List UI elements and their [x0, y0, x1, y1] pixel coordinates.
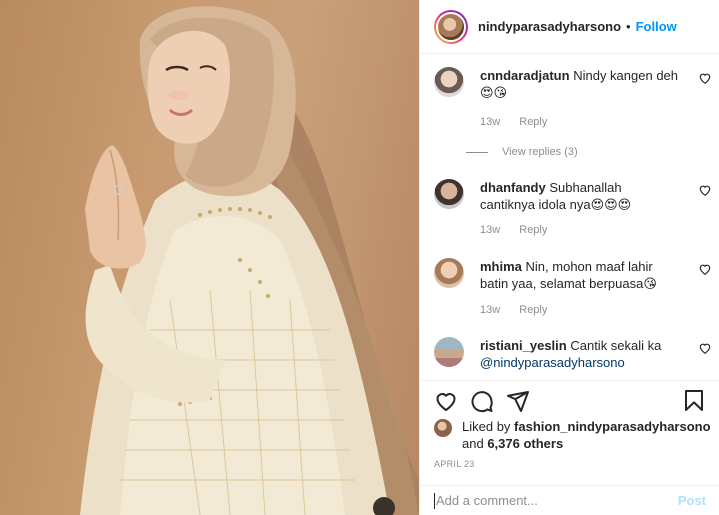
- comment-body: ristiani_yeslin Cantik sekali ka @nindyp…: [480, 337, 680, 371]
- comment-meta: 13w Reply: [480, 304, 563, 316]
- commenter-avatar[interactable]: [434, 179, 464, 209]
- comment-username[interactable]: ristiani_yeslin: [480, 338, 567, 353]
- text-caret: [434, 492, 435, 509]
- comments-list[interactable]: cnndaradjatun Nindy kangen deh 😍😘 13w Re…: [420, 55, 719, 380]
- reply-button[interactable]: Reply: [519, 224, 547, 236]
- likes-text: Liked by fashion_nindyparasadyharsono an…: [462, 418, 711, 452]
- comment-item: mhima Nin, mohon maaf lahir batin yaa, s…: [434, 258, 712, 338]
- heart-icon[interactable]: [698, 71, 712, 85]
- post-header: nindyparasadyharsono • Follow: [420, 0, 719, 54]
- add-comment-bar: Post: [420, 485, 719, 515]
- comment-meta: 13w Reply: [480, 224, 563, 236]
- commenter-avatar[interactable]: [434, 67, 464, 97]
- post-date[interactable]: APRIL 23: [434, 459, 475, 469]
- comment-icon[interactable]: [470, 389, 494, 413]
- reply-button[interactable]: Reply: [519, 304, 547, 316]
- post-comment-button[interactable]: Post: [678, 493, 706, 508]
- likes-summary: Liked by fashion_nindyparasadyharsono an…: [434, 418, 711, 452]
- commenter-avatar[interactable]: [434, 337, 464, 367]
- comment-mention-link[interactable]: @nindyparasadyharsono: [480, 355, 625, 370]
- header-separator: •: [626, 19, 631, 34]
- comment-item: dhanfandy Subhanallah cantiknya idola ny…: [434, 179, 712, 259]
- comment-body: dhanfandy Subhanallah cantiknya idola ny…: [480, 179, 680, 213]
- reply-button[interactable]: Reply: [519, 116, 547, 128]
- likes-prefix: Liked by: [462, 419, 511, 434]
- bookmark-icon[interactable]: [682, 389, 706, 413]
- comment-body: cnndaradjatun Nindy kangen deh 😍😘: [480, 67, 680, 101]
- view-replies-label: View replies (3): [502, 146, 578, 158]
- photographer-watermark-logo: [373, 497, 395, 515]
- view-replies-button[interactable]: View replies (3): [466, 146, 578, 158]
- share-icon[interactable]: [506, 389, 530, 413]
- replies-divider-line: [466, 151, 488, 153]
- comment-meta: 13w Reply: [480, 116, 563, 128]
- comment-text: Cantik sekali ka: [570, 338, 662, 353]
- instagram-post-modal: nindyparasadyharsono • Follow cnndaradja…: [0, 0, 719, 515]
- comment-username[interactable]: dhanfandy: [480, 180, 546, 195]
- author-avatar[interactable]: [434, 9, 468, 44]
- likes-others-count[interactable]: 6,376 others: [487, 436, 563, 451]
- author-username[interactable]: nindyparasadyharsono: [478, 19, 621, 34]
- comment-item: ristiani_yeslin Cantik sekali ka @nindyp…: [434, 337, 712, 380]
- heart-icon[interactable]: [434, 389, 458, 413]
- commenter-avatar[interactable]: [434, 258, 464, 288]
- comment-time[interactable]: 13w: [480, 116, 500, 128]
- heart-icon[interactable]: [698, 262, 712, 276]
- comment-body: mhima Nin, mohon maaf lahir batin yaa, s…: [480, 258, 680, 292]
- comment-input[interactable]: [436, 493, 678, 508]
- comment-time[interactable]: 13w: [480, 224, 500, 236]
- liker-avatar[interactable]: [434, 419, 452, 437]
- follow-button[interactable]: Follow: [636, 19, 677, 34]
- comment-item: cnndaradjatun Nindy kangen deh 😍😘 13w Re…: [434, 67, 712, 147]
- post-photo[interactable]: [0, 0, 419, 515]
- photo-illustration: [80, 6, 419, 515]
- comment-time[interactable]: 13w: [480, 304, 500, 316]
- liker-username[interactable]: fashion_nindyparasadyharsono: [514, 419, 711, 434]
- likes-middle: and: [462, 436, 484, 451]
- post-actions-bar: [420, 380, 719, 420]
- post-side-panel: nindyparasadyharsono • Follow cnndaradja…: [419, 0, 719, 515]
- comment-username[interactable]: cnndaradjatun: [480, 68, 570, 83]
- comment-username[interactable]: mhima: [480, 259, 522, 274]
- heart-icon[interactable]: [698, 341, 712, 355]
- heart-icon[interactable]: [698, 183, 712, 197]
